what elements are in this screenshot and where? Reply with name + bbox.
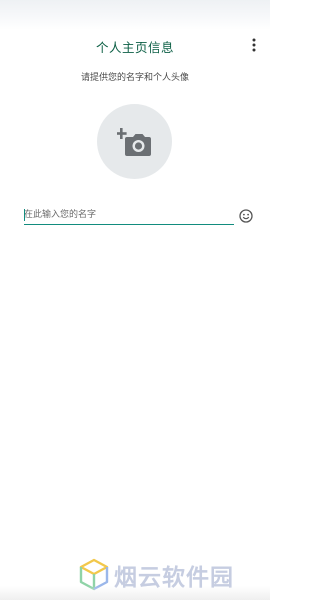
name-input-row (24, 206, 236, 226)
bottom-edge (0, 586, 270, 600)
avatar-picker-button[interactable] (97, 104, 172, 179)
page-title: 个人主页信息 (95, 40, 174, 55)
more-options-button[interactable] (246, 37, 262, 53)
profile-instruction: 请提供您的名字和个人头像 (80, 73, 189, 83)
add-photo-camera-icon (116, 127, 151, 156)
name-input[interactable] (24, 206, 234, 225)
emoji-button[interactable] (238, 208, 254, 224)
top-status-area (0, 0, 270, 30)
more-vertical-icon (252, 38, 256, 52)
text-caret (24, 209, 25, 221)
emoji-smile-icon (239, 209, 253, 223)
